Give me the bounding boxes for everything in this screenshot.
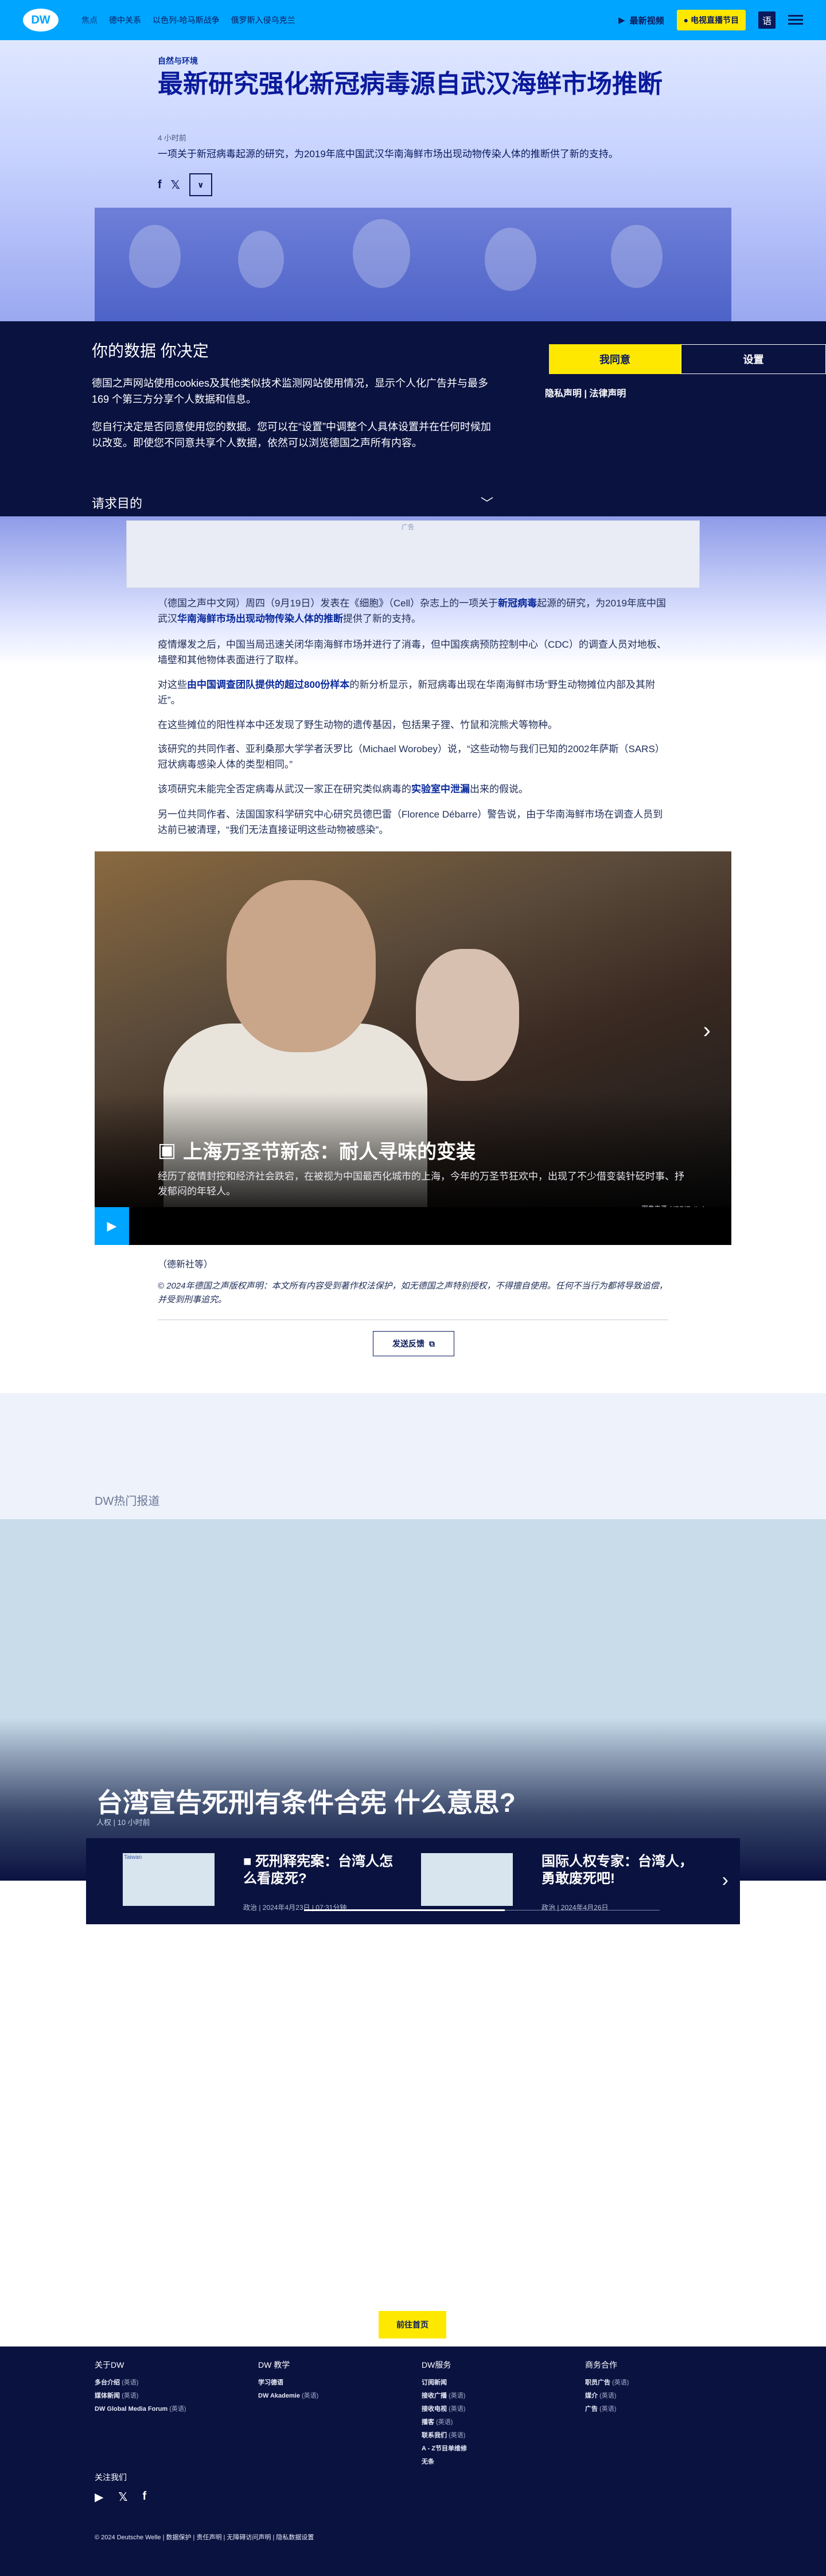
footer-link[interactable]: 多台介绍 (英语): [95, 2376, 238, 2390]
nav-item[interactable]: 俄罗斯入侵乌克兰: [231, 14, 295, 26]
footer-link[interactable]: 广告 (英语): [585, 2403, 728, 2416]
nav-item[interactable]: 以色列-哈马斯战争: [153, 14, 220, 26]
inline-link[interactable]: 实验室中泄漏: [411, 784, 470, 795]
footer-column: 商务合作 职员广告 (英语) 媒介 (英语) 广告 (英语): [585, 2359, 728, 2416]
article-lead: 一项关于新冠病毒起源的研究，为2019年底中国武汉华南海鲜市场出现动物传染人体的…: [158, 149, 618, 159]
copyright-notice: © 2024年德国之声版权声明：本文所有内容受到著作权法保护，如无德国之声特别授…: [158, 1281, 668, 1305]
carousel-progress: [304, 1909, 505, 1911]
cookie-title: 你的数据 你决定: [92, 342, 209, 360]
go-home-button[interactable]: 前往首页: [379, 2311, 446, 2338]
cookie-text-1: 德国之声网站使用cookies及其他类似技术监测网站使用情况，显示个人化广告并与…: [92, 378, 489, 405]
popular-carousel: Taiwan ■ 死刑释宪案：台湾人怎么看废死? 政治 | 2024年4月23日…: [86, 1838, 740, 1924]
more-share-chevron-icon[interactable]: ∨: [189, 173, 212, 196]
body-paragraph: 疫情爆发之后，中国当局迅速关闭华南海鲜市场并进行了消毒，但中国疾病预防控制中心（…: [158, 639, 667, 666]
play-icon[interactable]: ▶: [95, 1207, 129, 1245]
photo-gallery[interactable]: ▣ 上海万圣节新态：耐人寻味的变装 经历了疫情封控和经济社会跌宕，在被视为中国最西…: [95, 851, 731, 1245]
body-paragraph: （德国之声中文网）周四（9月19日）发表在《细胞》（Cell）杂志上的一项关于新…: [158, 598, 666, 624]
legal-links[interactable]: © 2024 Deutsche Welle | 数据保护 | 责任声明 | 无障…: [95, 2532, 314, 2542]
footer-link[interactable]: 学习德语: [258, 2376, 402, 2390]
dw-logo[interactable]: DW: [23, 9, 59, 32]
footer-column: DW服务 订阅新闻 接收广播 (英语) 接收电视 (英语) 播客 (英语) 联系…: [422, 2359, 565, 2469]
footer-column: 关于DW 多台介绍 (英语) 媒体新闻 (英语) DW Global Media…: [95, 2359, 238, 2416]
body-paragraph: 另一位共同作者、法国国家科学研究中心研究员德巴雷（Florence Débarr…: [158, 809, 663, 835]
cookie-consent-banner: 你的数据 你决定 德国之声网站使用cookies及其他类似技术监测网站使用情况，…: [0, 321, 826, 516]
latest-video-link[interactable]: ▶ 最新视频: [618, 14, 664, 26]
body-paragraph: 该项研究未能完全否定病毒从武汉一家正在研究类似病毒的实验室中泄漏出来的假说。: [158, 784, 528, 795]
card-title: ■ 死刑释宪案：台湾人怎么看废死?: [243, 1854, 393, 1886]
chevron-right-icon[interactable]: ›: [722, 1869, 728, 1892]
footer-link[interactable]: 接收广播 (英语): [422, 2390, 565, 2403]
footer-link[interactable]: 播客 (英语): [422, 2416, 565, 2429]
follow-us-label: 关注我们: [95, 2473, 127, 2482]
site-footer: 关于DW 多台介绍 (英语) 媒体新闻 (英语) DW Global Media…: [0, 2347, 826, 2576]
send-feedback-button[interactable]: 发送反馈 ⧉: [373, 1331, 454, 1356]
inline-link[interactable]: 华南海鲜市场出现动物传染人体的推断: [177, 613, 343, 624]
chevron-down-icon: ﹀: [480, 496, 493, 511]
x-twitter-icon[interactable]: 𝕏: [118, 2490, 127, 2504]
chevron-right-icon[interactable]: ›: [703, 1018, 711, 1044]
footer-link[interactable]: 媒体新闻 (英语): [95, 2390, 238, 2403]
hamburger-menu-icon[interactable]: [788, 15, 803, 25]
facebook-icon[interactable]: f: [143, 2490, 147, 2504]
footer-link[interactable]: A - Z节目单维修: [422, 2442, 565, 2456]
privacy-legal-links[interactable]: 隐私声明 | 法律声明: [545, 386, 626, 399]
popular-headline[interactable]: 台湾宣告死刑有条件合宪 什么意思?: [96, 1782, 516, 1820]
cookie-text-2: 您自行决定是否同意使用您的数据。您可以在“设置”中调整个人具体设置并在任何时候加…: [92, 421, 491, 449]
article-source: （德新社等）: [158, 1260, 213, 1270]
ad-label: 广告: [402, 524, 414, 531]
card-title: 国际人权专家：台湾人，勇敢废死吧!: [541, 1854, 693, 1886]
facebook-icon[interactable]: f: [158, 178, 162, 192]
inline-link[interactable]: 由中国调查团队提供的超过800份样本: [187, 679, 349, 690]
body-paragraph: 对这些由中国调查团队提供的超过800份样本的新分析显示，新冠病毒出现在华南海鲜市…: [158, 679, 656, 706]
footer-link[interactable]: 媒介 (英语): [585, 2390, 728, 2403]
body-paragraph: 该研究的共同作者、亚利桑那大学学者沃罗比（Michael Worobey）说，“…: [158, 744, 665, 770]
popular-card[interactable]: 国际人权专家：台湾人，勇敢废死吧! 政治 | 2024年4月26日: [421, 1853, 693, 1912]
gallery-title[interactable]: ▣ 上海万圣节新态：耐人寻味的变装: [158, 1136, 476, 1164]
youtube-icon[interactable]: ▶: [95, 2490, 103, 2504]
article-kicker[interactable]: 自然与环境: [158, 55, 198, 67]
article-title: 最新研究强化新冠病毒源自武汉海鲜市场推断: [158, 70, 663, 98]
popular-card[interactable]: Taiwan ■ 死刑释宪案：台湾人怎么看废死? 政治 | 2024年4月23日…: [123, 1853, 393, 1912]
footer-link[interactable]: DW Global Media Forum (英语): [95, 2403, 238, 2416]
nav-item[interactable]: 德中关系: [109, 14, 141, 26]
share-bar: f 𝕏 ∨: [158, 173, 212, 196]
accept-cookies-button[interactable]: 我同意: [549, 344, 681, 374]
card-thumbnail: [421, 1853, 513, 1906]
cookie-settings-button[interactable]: 设置: [681, 344, 826, 374]
footer-link[interactable]: 接收电视 (英语): [422, 2403, 565, 2416]
x-twitter-icon[interactable]: 𝕏: [171, 178, 180, 192]
footer-link[interactable]: 职员广告 (英语): [585, 2376, 728, 2390]
video-icon: ■: [243, 1854, 256, 1869]
language-button[interactable]: 语: [758, 11, 776, 29]
hero-image: [95, 208, 731, 321]
request-purpose-toggle[interactable]: 请求目的 ﹀: [92, 493, 493, 512]
gallery-caption: 经历了疫情封控和经济社会跌宕，在被视为中国最西化城市的上海，今年的万圣节狂欢中，…: [158, 1171, 684, 1197]
gallery-control-bar: [95, 1207, 731, 1245]
video-icon: ▶: [618, 15, 625, 25]
card-meta: 政治 | 2024年4月26日: [541, 1904, 609, 1912]
footer-link[interactable]: 订阅新闻: [422, 2376, 565, 2390]
nav-item[interactable]: 焦点: [81, 14, 98, 26]
popular-label: DW热门报道: [95, 1495, 160, 1508]
footer-link[interactable]: DW Akademie (英语): [258, 2390, 402, 2403]
footer-link[interactable]: 无条: [422, 2456, 565, 2469]
copy-icon: ⧉: [429, 1338, 435, 1348]
main-nav: 焦点 德中关系 以色列-哈马斯战争 俄罗斯入侵乌克兰: [81, 14, 295, 26]
gallery-icon: ▣: [158, 1139, 177, 1161]
article-time: 4 小时前: [158, 134, 186, 142]
footer-column: DW 教学 学习德语 DW Akademie (英语): [258, 2359, 402, 2403]
social-links: ▶ 𝕏 f: [95, 2490, 146, 2504]
inline-link[interactable]: 新冠病毒: [498, 598, 537, 609]
card-thumbnail: Taiwan: [123, 1853, 215, 1906]
footer-link[interactable]: 联系我们 (英语): [422, 2429, 565, 2442]
site-header: DW 焦点 德中关系 以色列-哈马斯战争 俄罗斯入侵乌克兰 ▶ 最新视频 ● 电…: [0, 0, 826, 40]
tv-live-button[interactable]: ● 电视直播节目: [676, 10, 746, 30]
body-paragraph: 在这些摊位的阳性样本中还发现了野生动物的遗传基因，包括果子狸、竹鼠和浣熊犬等物种…: [158, 719, 558, 730]
popular-meta: 人权 | 10 小时前: [96, 1818, 150, 1827]
